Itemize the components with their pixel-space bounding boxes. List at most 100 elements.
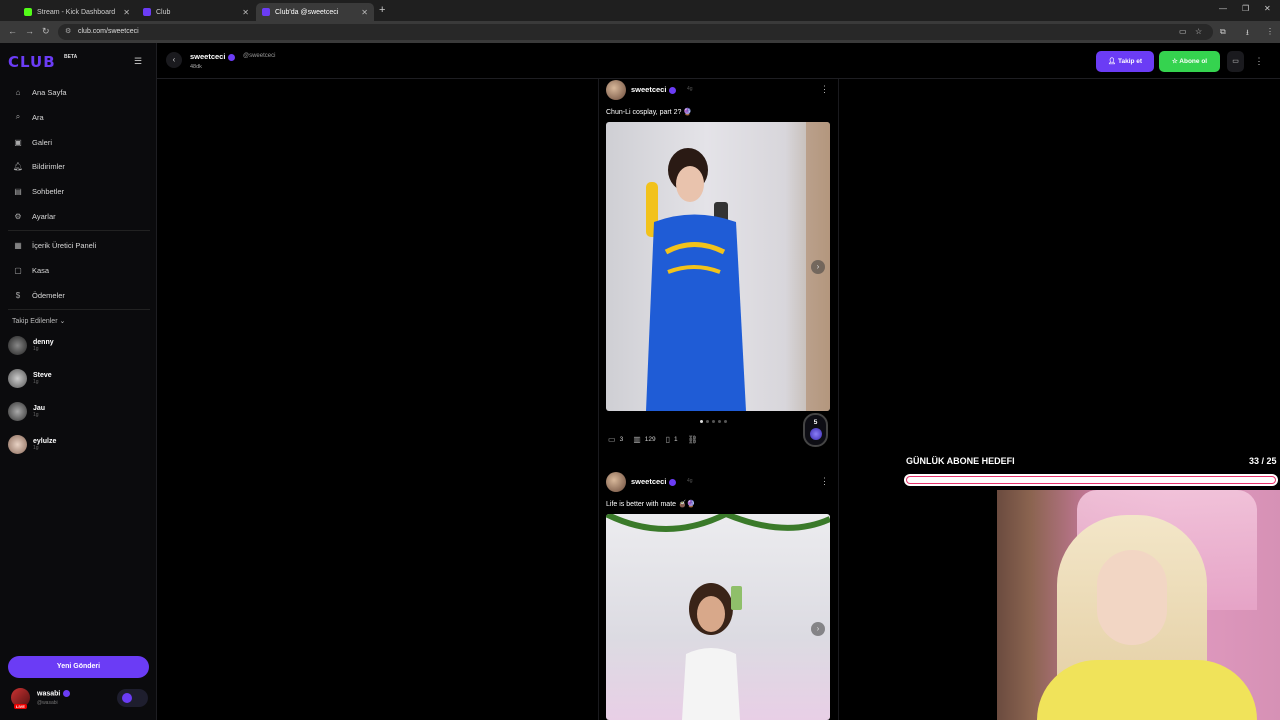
feed-border bbox=[838, 79, 839, 720]
sidebar-item-search[interactable]: ⌕ Ara bbox=[12, 109, 44, 125]
sidebar-item-vault[interactable]: ▢ Kasa bbox=[12, 262, 49, 278]
avatar[interactable] bbox=[606, 80, 626, 100]
following-item-jau[interactable]: Jau 1g bbox=[8, 400, 45, 422]
following-item-steve[interactable]: Steve 1g bbox=[8, 367, 52, 389]
follow-button[interactable]: 👤︎ Takip et bbox=[1096, 51, 1154, 72]
browser-tab-bar: Stream - Kick Dashboard ✕ Club ✕ Club'da… bbox=[0, 0, 1280, 21]
sidebar-item-chats[interactable]: ▤ Sohbetler bbox=[12, 183, 64, 199]
webcam-feed bbox=[997, 490, 1280, 720]
message-button[interactable]: ▭ bbox=[1227, 51, 1244, 72]
tab-club-sweetceci[interactable]: Club'da @sweetceci ✕ bbox=[256, 3, 374, 21]
tab-kick-dashboard[interactable]: Stream - Kick Dashboard ✕ bbox=[18, 3, 136, 21]
minimize-icon[interactable]: — bbox=[1219, 4, 1227, 13]
post-menu-icon[interactable]: ⋮ bbox=[820, 476, 829, 487]
new-tab-button[interactable]: + bbox=[379, 4, 385, 16]
carousel-dot[interactable] bbox=[724, 420, 727, 423]
site-info-icon[interactable]: ⚙ bbox=[65, 24, 71, 40]
post-image[interactable]: › bbox=[606, 514, 830, 720]
status-toggle[interactable] bbox=[117, 689, 148, 707]
download-icon[interactable]: ⭳ bbox=[1246, 27, 1249, 41]
carousel-dot[interactable] bbox=[706, 420, 709, 423]
streamer-shirt bbox=[1037, 660, 1257, 720]
tier-badge[interactable]: 5 bbox=[803, 413, 828, 447]
sidebar-item-payments[interactable]: $ Ödemeler bbox=[12, 287, 65, 303]
post-menu-icon[interactable]: ⋮ bbox=[820, 84, 829, 95]
post-time: 4g bbox=[687, 478, 693, 484]
back-icon[interactable]: ← bbox=[8, 26, 17, 36]
comment-count: 3 bbox=[619, 436, 624, 443]
tab-title: Club'da @sweetceci bbox=[275, 8, 339, 16]
close-icon[interactable]: ✕ bbox=[361, 8, 368, 17]
next-image-icon[interactable]: › bbox=[811, 622, 825, 636]
selfie-photo bbox=[606, 514, 830, 720]
sidebar-item-creator-panel[interactable]: ▦ İçerik Üretici Paneli bbox=[12, 237, 96, 253]
gallery-icon: ▣ bbox=[14, 137, 22, 147]
carousel-dot[interactable] bbox=[712, 420, 715, 423]
post-author[interactable]: sweetceci bbox=[631, 85, 677, 94]
sidebar-item-gallery[interactable]: ▣ Galeri bbox=[12, 134, 52, 150]
new-post-button[interactable]: Yeni Gönderi bbox=[8, 656, 149, 678]
following-item-denny[interactable]: denny 1g bbox=[8, 334, 54, 356]
hamburger-menu-icon[interactable]: ☰ bbox=[134, 56, 142, 67]
sidebar-item-notifications[interactable]: 🔔︎ Bildirimler bbox=[12, 158, 65, 174]
club-logo[interactable]: CLUB bbox=[8, 53, 56, 71]
profile-handle: @sweetceci bbox=[243, 53, 276, 59]
sidebar-item-label: Ödemeler bbox=[32, 290, 65, 300]
post-image[interactable]: › bbox=[606, 122, 830, 411]
avatar[interactable] bbox=[606, 472, 626, 492]
browser-toolbar: ← → ↻ ⚙ club.com/sweetceci ▭ ☆ ⧉ ⭳ ⋮ bbox=[0, 21, 1280, 43]
following-name: denny bbox=[33, 338, 54, 346]
close-icon[interactable]: ✕ bbox=[123, 8, 130, 17]
verified-icon bbox=[63, 690, 71, 697]
back-button[interactable]: ‹ bbox=[166, 52, 182, 68]
dashboard-icon: ▦ bbox=[14, 240, 22, 250]
post-author[interactable]: sweetceci bbox=[631, 477, 677, 486]
carousel-dot[interactable] bbox=[718, 420, 721, 423]
bookmark-icon[interactable]: ▯ bbox=[666, 435, 670, 444]
gear-icon: ⚙ bbox=[14, 211, 22, 221]
divider bbox=[8, 309, 150, 310]
post-caption: Life is better with mate 🧉🔮 bbox=[606, 501, 696, 508]
cast-icon[interactable]: ▭ bbox=[1179, 27, 1187, 36]
post-card: sweetceci 4g ⋮ Life is better with mate … bbox=[599, 472, 838, 720]
verified-icon bbox=[669, 478, 677, 486]
following-sub: 1g bbox=[33, 378, 39, 385]
extensions-icon[interactable]: ⧉ bbox=[1220, 27, 1226, 37]
next-image-icon[interactable]: › bbox=[811, 260, 825, 274]
sidebar-item-home[interactable]: ⌂ Ana Sayfa bbox=[12, 84, 67, 100]
avatar bbox=[8, 368, 27, 388]
search-icon: ⌕ bbox=[15, 112, 21, 121]
current-user[interactable]: LIVE wasabi @wasabi bbox=[8, 686, 149, 711]
following-header[interactable]: Takip Edilenler ⌄ bbox=[12, 317, 65, 325]
tier-count: 5 bbox=[813, 419, 818, 426]
bookmark-star-icon[interactable]: ☆ bbox=[1195, 27, 1202, 36]
following-item-eylulze[interactable]: eylulze 1g bbox=[8, 433, 56, 455]
carousel-dot[interactable] bbox=[700, 420, 703, 423]
post-caption: Chun-Li cosplay, part 2? 🔮 bbox=[606, 109, 693, 116]
tab-club[interactable]: Club ✕ bbox=[137, 3, 255, 21]
reload-icon[interactable]: ↻ bbox=[42, 26, 50, 37]
window-close-icon[interactable]: ✕ bbox=[1264, 4, 1271, 13]
more-icon[interactable]: ⋮ bbox=[1252, 51, 1266, 72]
avatar bbox=[8, 434, 27, 454]
sidebar-item-settings[interactable]: ⚙ Ayarlar bbox=[12, 208, 55, 224]
restore-icon[interactable]: ❐ bbox=[1242, 4, 1249, 13]
comment-icon[interactable]: ▭ bbox=[608, 435, 616, 444]
streamer-face bbox=[1097, 550, 1167, 645]
menu-kebab-icon[interactable]: ⋮ bbox=[1266, 27, 1274, 36]
forward-icon[interactable]: → bbox=[25, 26, 34, 36]
user-icon: 👤︎ bbox=[1107, 58, 1118, 65]
address-bar[interactable]: ⚙ club.com/sweetceci bbox=[58, 24, 1213, 40]
tab-title: Club bbox=[156, 8, 171, 16]
subscribe-button[interactable]: ☆ Abone ol bbox=[1159, 51, 1220, 72]
sidebar-item-label: İçerik Üretici Paneli bbox=[32, 240, 97, 250]
live-badge: LIVE bbox=[14, 704, 27, 709]
close-icon[interactable]: ✕ bbox=[242, 8, 249, 17]
link-icon[interactable]: ⛓ bbox=[688, 435, 698, 444]
sidebar-item-label: Ara bbox=[32, 112, 44, 122]
following-name: Steve bbox=[33, 371, 52, 379]
verified-icon bbox=[669, 86, 677, 94]
user-handle: @wasabi bbox=[37, 700, 58, 706]
divider bbox=[8, 230, 150, 231]
bell-icon: 🔔︎ bbox=[12, 161, 24, 171]
